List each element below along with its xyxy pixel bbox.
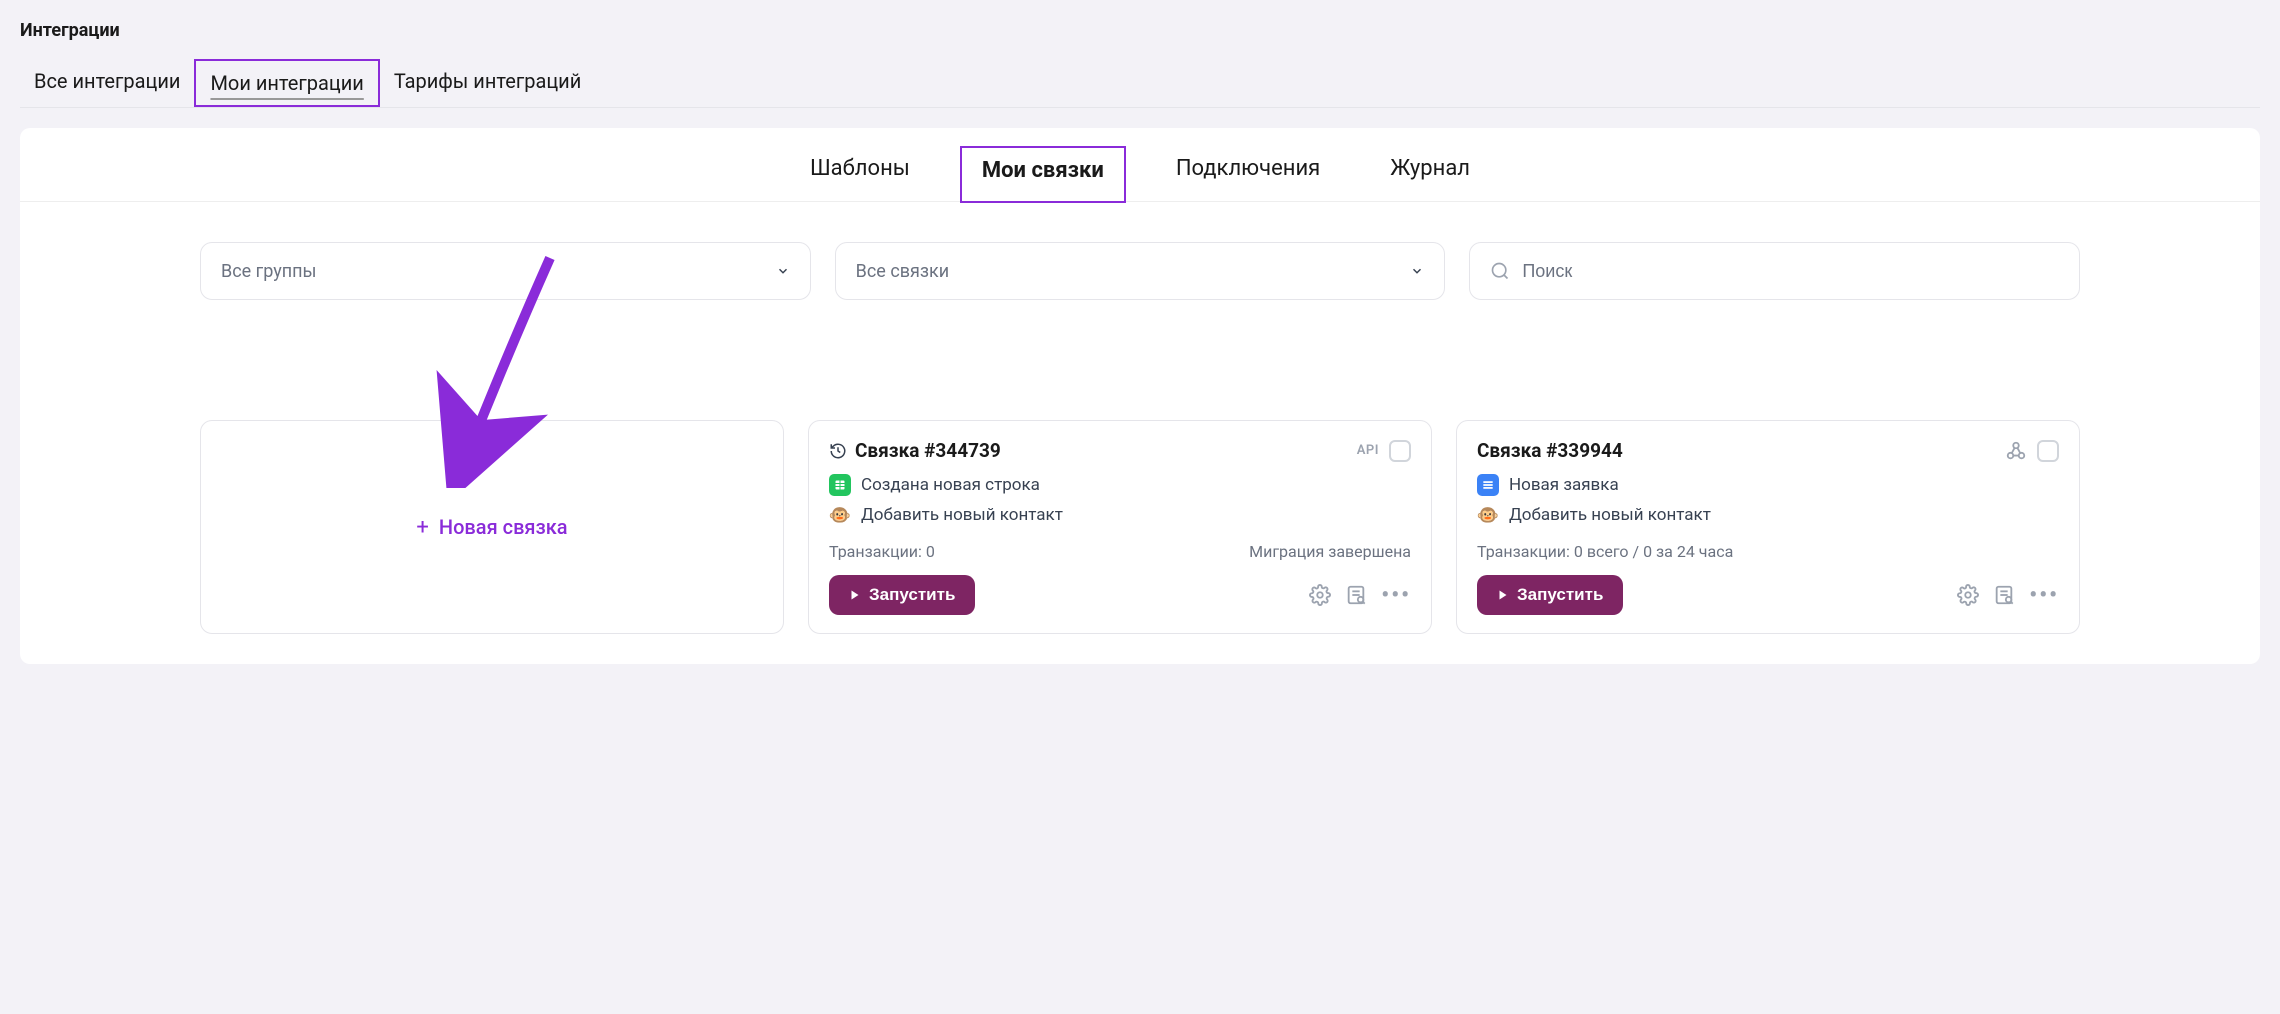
transactions-label: Транзакции: 0 [829, 542, 935, 561]
trigger-label: Новая заявка [1509, 475, 1619, 495]
top-tabs: Все интеграции Мои интеграции Тарифы инт… [20, 59, 2260, 108]
more-icon[interactable]: ••• [1381, 583, 1411, 608]
card-header: Связка #339944 [1477, 439, 2059, 462]
migration-status: Миграция завершена [1249, 542, 1411, 561]
run-button-label: Запустить [869, 585, 955, 605]
sub-tab-connections[interactable]: Подключения [1156, 146, 1340, 201]
sub-tabs: Шаблоны Мои связки Подключения Журнал [20, 128, 2260, 202]
action-label: Добавить новый контакт [1509, 505, 1711, 525]
cards-row: + Новая связка Связка #344739 API Создан… [20, 300, 2260, 634]
groups-select-label: Все группы [221, 261, 316, 282]
run-button-label: Запустить [1517, 585, 1603, 605]
new-connection-label: Новая связка [439, 515, 568, 539]
tab-integration-tariffs[interactable]: Тарифы интеграций [380, 59, 595, 107]
connection-card: Связка #339944 Новая заявка 🐵 Добавить н… [1456, 420, 2080, 634]
sub-tab-journal[interactable]: Журнал [1370, 146, 1490, 201]
card-meta: Транзакции: 0 всего / 0 за 24 часа [1477, 542, 2059, 561]
log-icon[interactable] [1993, 584, 2015, 606]
run-button[interactable]: Запустить [829, 575, 975, 615]
sub-tab-templates[interactable]: Шаблоны [790, 146, 930, 201]
card-checkbox[interactable] [2037, 440, 2059, 462]
transactions-label: Транзакции: 0 всего / 0 за 24 часа [1477, 542, 1733, 561]
groups-select[interactable]: Все группы [200, 242, 811, 300]
sub-tab-my-connections[interactable]: Мои связки [960, 146, 1126, 203]
api-badge: API [1357, 443, 1379, 458]
trigger-label: Создана новая строка [861, 475, 1040, 495]
log-icon[interactable] [1345, 584, 1367, 606]
tab-my-integrations[interactable]: Мои интеграции [194, 59, 379, 107]
connections-select[interactable]: Все связки [835, 242, 1446, 300]
action-label: Добавить новый контакт [861, 505, 1063, 525]
tab-all-integrations[interactable]: Все интеграции [20, 59, 194, 107]
card-meta: Транзакции: 0 Миграция завершена [829, 542, 1411, 561]
search-box [1469, 242, 2080, 300]
card-footer: Запустить ••• [1477, 575, 2059, 615]
page-header: Интеграции Все интеграции Мои интеграции… [0, 0, 2280, 108]
card-action-row: 🐵 Добавить новый контакт [1477, 504, 2059, 526]
sheets-icon [829, 474, 851, 496]
run-button[interactable]: Запустить [1477, 575, 1623, 615]
request-icon [1477, 474, 1499, 496]
card-header: Связка #344739 API [829, 439, 1411, 462]
gear-icon[interactable] [1309, 584, 1331, 606]
search-input[interactable] [1522, 261, 2059, 282]
history-icon [829, 442, 847, 460]
card-title: Связка #344739 [855, 439, 1001, 462]
play-icon [1497, 589, 1509, 601]
filters-row: Все группы Все связки [20, 202, 2260, 300]
card-trigger-row: Новая заявка [1477, 474, 2059, 496]
card-action-row: 🐵 Добавить новый контакт [829, 504, 1411, 526]
connections-select-label: Все связки [856, 261, 950, 282]
card-title: Связка #339944 [1477, 439, 1623, 462]
gear-icon[interactable] [1957, 584, 1979, 606]
chevron-down-icon [1410, 264, 1424, 278]
page-title: Интеграции [20, 20, 2260, 41]
card-footer: Запустить ••• [829, 575, 1411, 615]
play-icon [849, 589, 861, 601]
more-icon[interactable]: ••• [2029, 583, 2059, 608]
card-trigger-row: Создана новая строка [829, 474, 1411, 496]
webhook-icon [2005, 440, 2027, 462]
search-icon [1490, 261, 1510, 281]
contact-icon: 🐵 [829, 504, 851, 526]
main-panel: Шаблоны Мои связки Подключения Журнал Вс… [20, 128, 2260, 664]
card-checkbox[interactable] [1389, 440, 1411, 462]
connection-card: Связка #344739 API Создана новая строка … [808, 420, 1432, 634]
plus-icon: + [416, 515, 428, 540]
new-connection-card[interactable]: + Новая связка [200, 420, 784, 634]
contact-icon: 🐵 [1477, 504, 1499, 526]
chevron-down-icon [776, 264, 790, 278]
